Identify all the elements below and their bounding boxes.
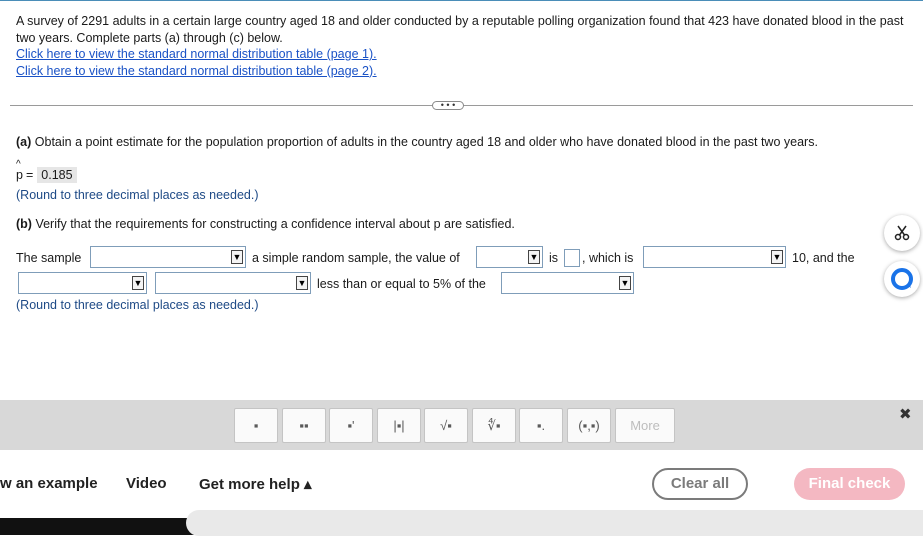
- comparison-dropdown[interactable]: ▼: [643, 246, 786, 268]
- population-dropdown[interactable]: ▼: [501, 272, 634, 294]
- get-more-help-button[interactable]: Get more help ▴: [199, 475, 312, 493]
- value-of-dropdown[interactable]: ▼: [476, 246, 543, 268]
- sentence-10-and-the: 10, and the: [792, 251, 855, 265]
- chevron-down-icon: ▼: [132, 276, 144, 290]
- normal-table-link-page2[interactable]: Click here to view the standard normal d…: [16, 63, 906, 80]
- sample-size-dropdown[interactable]: ▼: [18, 272, 147, 294]
- part-b-question: (b) Verify that the requirements for con…: [16, 217, 515, 231]
- part-a-question: (a) Obtain a point estimate for the popu…: [16, 135, 818, 149]
- sentence-is: is: [549, 251, 559, 265]
- part-b-hint: (Round to three decimal places as needed…: [16, 298, 259, 312]
- chevron-down-icon: ▼: [771, 250, 783, 264]
- top-accent-line: [0, 0, 923, 1]
- more-button[interactable]: More: [615, 408, 675, 443]
- sentence-which-is: , which is: [582, 251, 634, 265]
- problem-text: A survey of 2291 adults in a certain lar…: [16, 14, 904, 45]
- chat-assistant-button[interactable]: [884, 261, 920, 297]
- part-a-text: Obtain a point estimate for the populati…: [34, 135, 818, 149]
- fraction-icon[interactable]: ▪: [234, 408, 278, 443]
- close-icon[interactable]: ✖: [899, 405, 912, 423]
- final-check-button[interactable]: Final check: [794, 468, 905, 500]
- phat-answer-row: ^ p = 0.185: [16, 159, 77, 184]
- math-toolbar: ▪ ▪▪ ▪' |▪| √▪ ∜▪ ▪. (▪,▪) More: [0, 400, 923, 450]
- mixed-number-icon[interactable]: ▪▪: [282, 408, 326, 443]
- bottom-panel-pill: [186, 510, 923, 536]
- chevron-down-icon: ▼: [296, 276, 308, 290]
- nth-root-icon[interactable]: ∜▪: [472, 408, 516, 443]
- exponent-icon[interactable]: ▪': [329, 408, 373, 443]
- part-a-hint: (Round to three decimal places as needed…: [16, 188, 259, 202]
- chat-bubble-icon: [891, 268, 913, 290]
- video-link[interactable]: Video: [126, 475, 167, 492]
- problem-intro: A survey of 2291 adults in a certain lar…: [16, 13, 906, 79]
- normal-table-link-page1[interactable]: Click here to view the standard normal d…: [16, 46, 906, 63]
- value-answer-field[interactable]: [564, 249, 580, 267]
- scissors-icon: [894, 225, 910, 241]
- sample-type-dropdown[interactable]: ▼: [90, 246, 246, 268]
- square-root-icon[interactable]: √▪: [424, 408, 468, 443]
- subscript-icon[interactable]: ▪.: [519, 408, 563, 443]
- view-example-link[interactable]: w an example: [0, 475, 98, 492]
- sentence-the-sample: The sample: [16, 251, 82, 265]
- expand-more-icon[interactable]: • • •: [432, 101, 464, 110]
- clear-all-button[interactable]: Clear all: [652, 468, 748, 500]
- p-hat-symbol: ^ p: [16, 159, 23, 182]
- chevron-down-icon: ▼: [619, 276, 631, 290]
- part-b-text: Verify that the requirements for constru…: [35, 217, 515, 231]
- equals-sign: =: [25, 168, 34, 182]
- hat-icon: ^: [16, 159, 21, 170]
- part-a-label: (a): [16, 135, 32, 149]
- absolute-value-icon[interactable]: |▪|: [377, 408, 421, 443]
- scissors-tool-button[interactable]: [884, 215, 920, 251]
- part-b-label: (b): [16, 217, 32, 231]
- sentence-value-of: a simple random sample, the value of: [252, 251, 460, 265]
- chevron-down-icon: ▼: [231, 250, 243, 264]
- ordered-pair-icon[interactable]: (▪,▪): [567, 408, 611, 443]
- size-comparison-dropdown[interactable]: ▼: [155, 272, 311, 294]
- sentence-less-than-5pct: less than or equal to 5% of the: [317, 277, 486, 291]
- chevron-down-icon: ▼: [528, 250, 540, 264]
- phat-answer-field[interactable]: 0.185: [37, 167, 77, 183]
